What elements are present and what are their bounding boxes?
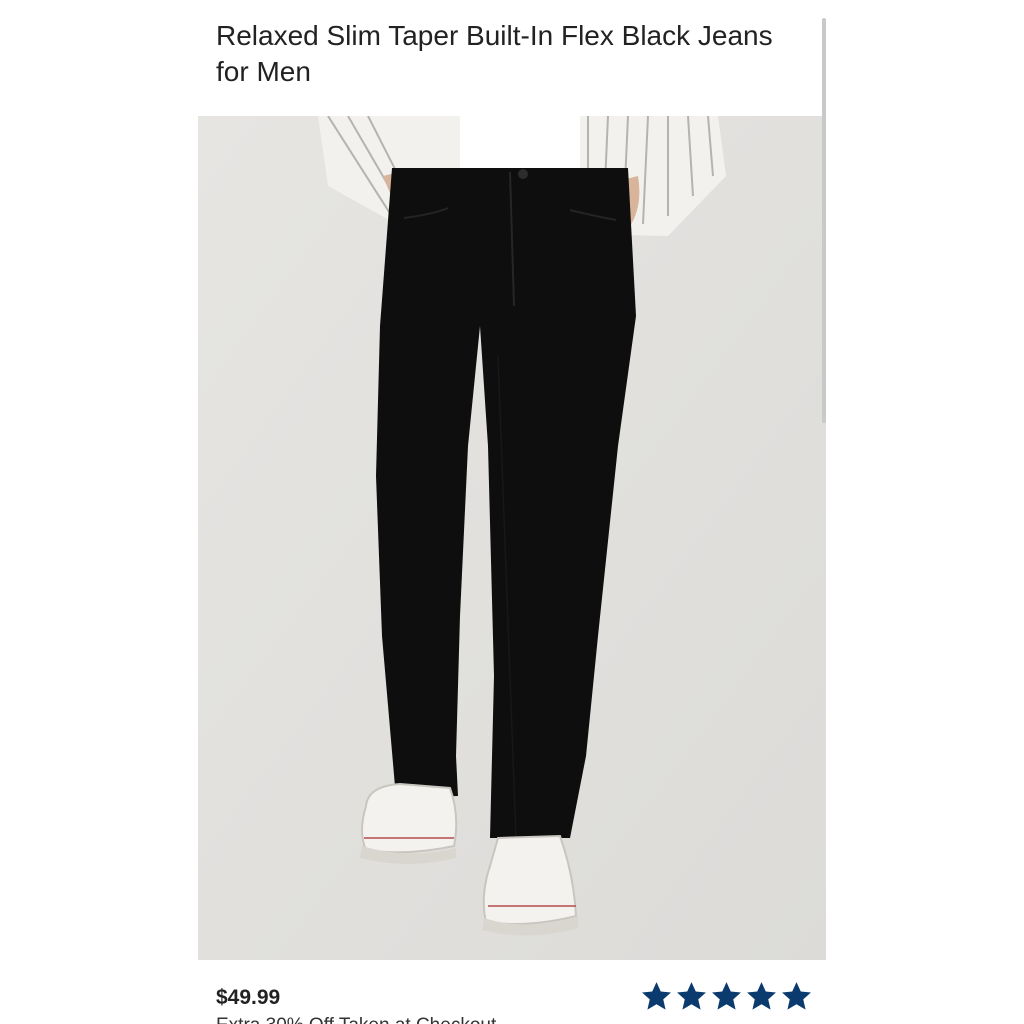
scrollbar[interactable]: [822, 18, 826, 423]
star-icon: [782, 982, 811, 1010]
product-photo: [198, 116, 826, 960]
product-title: Relaxed Slim Taper Built-In Flex Black J…: [216, 20, 773, 87]
star-icon: [677, 982, 706, 1010]
product-price: $49.99: [216, 986, 281, 1009]
product-image-carousel[interactable]: [198, 116, 826, 960]
rating-stars[interactable]: [640, 980, 813, 1013]
star-icon: [747, 982, 776, 1010]
star-icon: [712, 982, 741, 1010]
star-icon: [642, 982, 671, 1010]
promo-text: Extra 30% Off Taken at Checkout: [216, 1015, 496, 1024]
product-page: Relaxed Slim Taper Built-In Flex Black J…: [198, 0, 826, 1024]
